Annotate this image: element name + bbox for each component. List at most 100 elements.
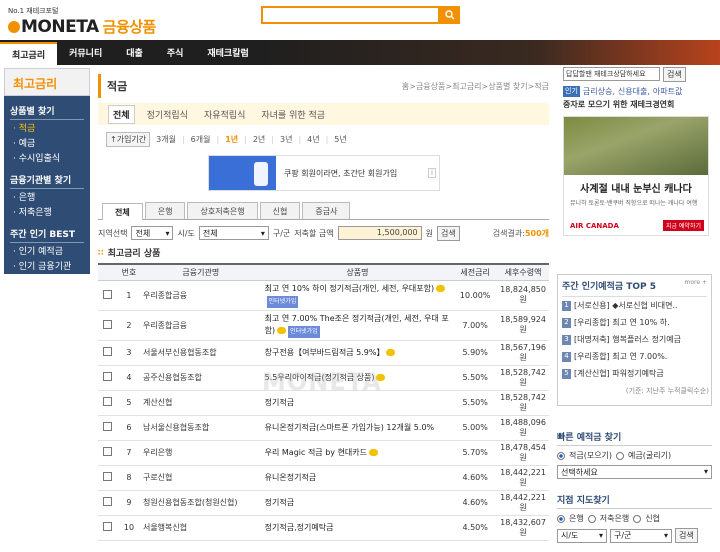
top5-item[interactable]: 1 [서로신용] ◆서로신협 비대면.. (562, 297, 707, 314)
row-checkbox[interactable] (103, 497, 113, 506)
row-institution[interactable]: 남서울신용협동조합 (139, 415, 262, 441)
subtab-children[interactable]: 자녀를 위한 적금 (257, 106, 329, 123)
row-checkbox[interactable] (103, 522, 113, 531)
top5-item[interactable]: 4 [우리종합] 최고 연 7.00%. (562, 348, 707, 365)
amount-input[interactable]: 1,500,000 (337, 226, 422, 240)
radio-bank[interactable] (557, 514, 565, 523)
period-4y[interactable]: 4년 (307, 134, 319, 145)
row-institution[interactable]: 계산신협 (139, 390, 262, 416)
row-checkbox[interactable] (103, 472, 113, 481)
row-institution[interactable]: 우리은행 (139, 440, 262, 466)
sidebar-item-bank[interactable]: · 은행 (4, 189, 90, 204)
radio-credit-union[interactable] (633, 514, 642, 523)
consult-search-button[interactable]: 검색 (663, 67, 686, 82)
more-link[interactable]: more + (685, 279, 708, 292)
row-product-link[interactable]: 유니온정기적금 (265, 473, 317, 482)
sidebar-item-savings-bank[interactable]: · 저축은행 (4, 204, 90, 219)
period-3m[interactable]: 3개월 (156, 134, 176, 145)
row-product-link[interactable]: 정기적금 (265, 398, 294, 407)
keyword-link[interactable]: 아파트값 (653, 86, 682, 97)
row-product-link[interactable]: 정기적금 (265, 498, 294, 507)
period-5y[interactable]: 5년 (334, 134, 346, 145)
sidebar-item-demand[interactable]: · 수시입출식 (4, 150, 90, 165)
sidebar-item-popular-institutions[interactable]: · 인기 금융기관 (4, 258, 90, 273)
row-product-link[interactable]: 정기적금,정기예탁금 (265, 523, 334, 532)
row-checkbox[interactable] (103, 319, 113, 329)
moneta-logo[interactable]: No.1 재테크포털 MONETA 금융상품 (8, 6, 156, 37)
nav-tab-column[interactable]: 재테크칼럼 (195, 40, 260, 65)
row-institution[interactable]: 서울행복신협 (139, 515, 262, 541)
col-institution: 금융기관명 (139, 263, 262, 281)
row-checkbox[interactable] (103, 372, 113, 381)
row-institution[interactable]: 서울서부신용협동조합 (139, 340, 262, 366)
table-row[interactable]: 9 청원신용협동조합(청원신협) 정기적금 4.60% 18,442,221원 (98, 490, 549, 516)
row-after-tax: 18,567,196원 (497, 340, 549, 366)
top5-item[interactable]: 3 [대명저축] 행복플러스 정기예금 (562, 331, 707, 348)
row-checkbox[interactable] (103, 289, 113, 299)
table-row[interactable]: 3 서울서부신용협동조합 창구전용【여부바드림적금 5.9%】 5.90% 18,567… (98, 340, 549, 366)
tab-securities[interactable]: 증금사 (302, 202, 351, 219)
sidebar-item-savings[interactable]: · 적금 (4, 120, 90, 135)
table-row[interactable]: 1 우리종합금융 최고 연 10% 하이 정기적금(개인, 세전, 우대포함) 인터넷… (98, 280, 549, 311)
keyword-link[interactable]: 금리상승, (583, 86, 615, 97)
table-row[interactable]: 7 우리은행 우리 Magic 적금 by 현대카드 5.70% 18,478,454원 (98, 440, 549, 466)
sidebar-item-popular-products[interactable]: · 인기 예적금 (4, 243, 90, 258)
top5-item[interactable]: 5 [계산신협] 파워정기예탁금 (562, 365, 707, 382)
period-1y[interactable]: 1년 (225, 134, 238, 145)
row-institution[interactable]: 공주신용협동조합 (139, 365, 262, 391)
table-row[interactable]: 6 남서울신용협동조합 유니온정기적금(스마트폰 가입가능) 12개월 5.0% 5.… (98, 415, 549, 441)
tab-credit-union[interactable]: 신협 (259, 202, 301, 219)
breadcrumb: 홈>금융상품>최고금리>상품별 찾기>적금 (401, 81, 549, 91)
row-institution[interactable]: 우리종합금융 (139, 310, 262, 341)
nav-tab-rates[interactable]: 최고금리 (0, 42, 58, 65)
branch-district-select[interactable]: 구/군 ▾ (610, 528, 672, 543)
radio-savings-bank[interactable] (587, 514, 596, 523)
subtab-fixed[interactable]: 정기적립식 (143, 106, 192, 123)
quick-select[interactable]: 선택하세요 ▾ (557, 465, 712, 479)
radio-savings[interactable] (557, 451, 565, 460)
district-select[interactable]: 전체 ▾ (198, 226, 269, 240)
row-product-link[interactable]: 최고 연 10% 하이 정기적금(개인, 세전, 우대포함) (265, 284, 435, 293)
radio-deposit[interactable] (616, 451, 625, 460)
top5-item[interactable]: 2 [우리종합] 최고 연 10% 하. (562, 314, 707, 331)
row-institution[interactable]: 우리종합금융 (139, 280, 262, 311)
row-institution[interactable]: 구로신협 (139, 465, 262, 491)
keyword-link[interactable]: 신용대출, (618, 86, 650, 97)
region-select[interactable]: 전체 ▾ (131, 226, 174, 240)
subtab-all[interactable]: 전체 (108, 104, 135, 124)
row-checkbox[interactable] (103, 447, 113, 456)
row-checkbox[interactable] (103, 422, 113, 431)
nav-tab-loan[interactable]: 대출 (114, 40, 155, 65)
branch-region-select[interactable]: 시/도 ▾ (557, 528, 607, 543)
table-row[interactable]: 10 서울행복신협 정기적금,정기예탁금 4.50% 18,432,607원 (98, 515, 549, 541)
ad-cta-button[interactable]: 지금 예약하기 (662, 220, 704, 231)
table-row[interactable]: 8 구로신협 유니온정기적금 4.60% 18,442,221원 (98, 465, 549, 491)
tab-savings-bank[interactable]: 상호저축은행 (187, 202, 258, 219)
air-canada-ad[interactable]: 사계절 내내 눈부신 캐나다 뮤니히 토론토·밴쿠버 직항으로 떠나는 캐나다 … (563, 116, 709, 236)
subtab-free[interactable]: 자유적립식 (200, 106, 249, 123)
filter-search-button[interactable]: 검색 (437, 225, 460, 241)
table-row[interactable]: 2 우리종합금융 최고 연 7.00% The조은 정기적금(개인, 세전, 우대 … (98, 310, 549, 341)
row-checkbox[interactable] (103, 347, 113, 356)
ad-image (209, 156, 276, 190)
sidebar-item-deposit[interactable]: · 예금 (4, 135, 90, 150)
consult-search-input[interactable]: 답답할땐 재테크상담하세요 (563, 67, 660, 81)
nav-tab-stock[interactable]: 주식 (155, 40, 196, 65)
ad-banner[interactable]: 쿠팡 회원이라면, 초간단 회원가입 i (208, 155, 440, 191)
branch-search-button[interactable]: 검색 (675, 528, 698, 543)
row-checkbox[interactable] (103, 397, 113, 406)
row-product-link[interactable]: 우리 Magic 적금 by 현대카드 (265, 448, 367, 457)
nav-tab-community[interactable]: 커뮤니티 (57, 40, 114, 65)
row-product-link[interactable]: 창구전용【여부바드림적금 5.9%】 (265, 348, 385, 357)
ad-info-icon[interactable]: i (428, 168, 436, 178)
row-product-link[interactable]: 유니온정기적금(스마트폰 가입가능) 12개월 5.0% (265, 423, 435, 432)
period-2y[interactable]: 2년 (253, 134, 265, 145)
seminar-link[interactable]: 중자로 모으기 위한 재테크경연회 (563, 99, 710, 110)
period-6m[interactable]: 6개월 (191, 134, 211, 145)
tab-all[interactable]: 전체 (102, 203, 143, 220)
period-3y[interactable]: 3년 (280, 134, 292, 145)
top-search-button[interactable] (440, 6, 460, 24)
top-search-input[interactable] (261, 6, 440, 24)
row-institution[interactable]: 청원신용협동조합(청원신협) (139, 490, 262, 516)
tab-bank[interactable]: 은행 (144, 202, 186, 219)
